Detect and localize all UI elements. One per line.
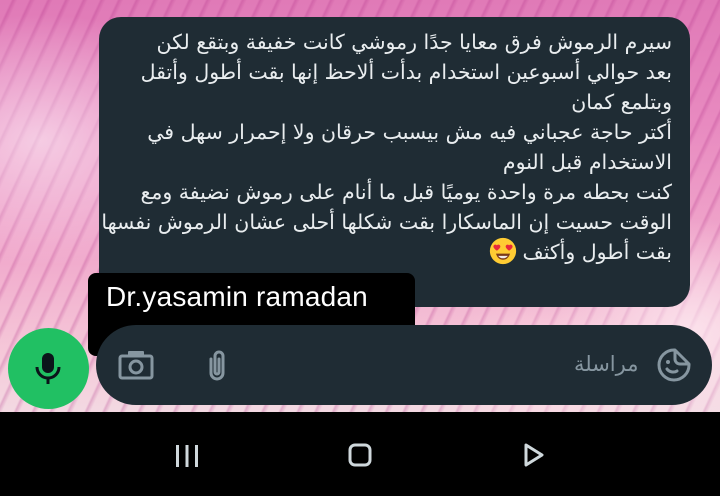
heart-eyes-emoji xyxy=(489,237,516,265)
message-line: بقت أطول وأكثف xyxy=(522,240,673,264)
message-bubble[interactable]: سيرم الرموش فرق معايا جدًا رموشي كانت خف… xyxy=(99,17,690,307)
message-line: سيرم الرموش فرق معايا جدًا رموشي كانت خف… xyxy=(156,30,672,54)
voice-message-button[interactable] xyxy=(8,328,89,409)
camera-icon[interactable] xyxy=(118,350,154,380)
message-line: بعد حوالي أسبوعين استخدام بدأت ألاحظ إنه… xyxy=(140,60,672,84)
message-composer[interactable]: مراسلة xyxy=(96,325,712,405)
message-last-line: بقت أطول وأكثف xyxy=(112,237,672,267)
chat-screen: سيرم الرموش فرق معايا جدًا رموشي كانت خف… xyxy=(0,0,720,496)
message-line: الاستخدام قبل النوم xyxy=(502,150,672,174)
microphone-icon xyxy=(35,353,61,384)
recents-icon[interactable] xyxy=(174,443,200,469)
home-icon[interactable] xyxy=(348,443,372,467)
message-line: الوقت حسيت إن الماسكارا بقت شكلها أحلى ع… xyxy=(101,210,672,234)
message-line: أكتر حاجة عجباني فيه مش بيسبب حرقان ولا … xyxy=(147,120,672,144)
watermark-text: Dr.yasamin ramadan xyxy=(106,281,368,312)
back-icon[interactable] xyxy=(522,442,546,468)
message-text: سيرم الرموش فرق معايا جدًا رموشي كانت خف… xyxy=(101,27,672,267)
system-navigation-bar xyxy=(0,412,720,496)
sticker-icon[interactable] xyxy=(656,347,692,383)
paperclip-icon[interactable] xyxy=(204,349,230,383)
message-line: كنت بحطه مرة واحدة يوميًا قبل ما أنام عل… xyxy=(140,180,672,204)
message-line: وبتلمع كمان xyxy=(571,90,672,114)
message-input[interactable]: مراسلة xyxy=(574,349,638,379)
